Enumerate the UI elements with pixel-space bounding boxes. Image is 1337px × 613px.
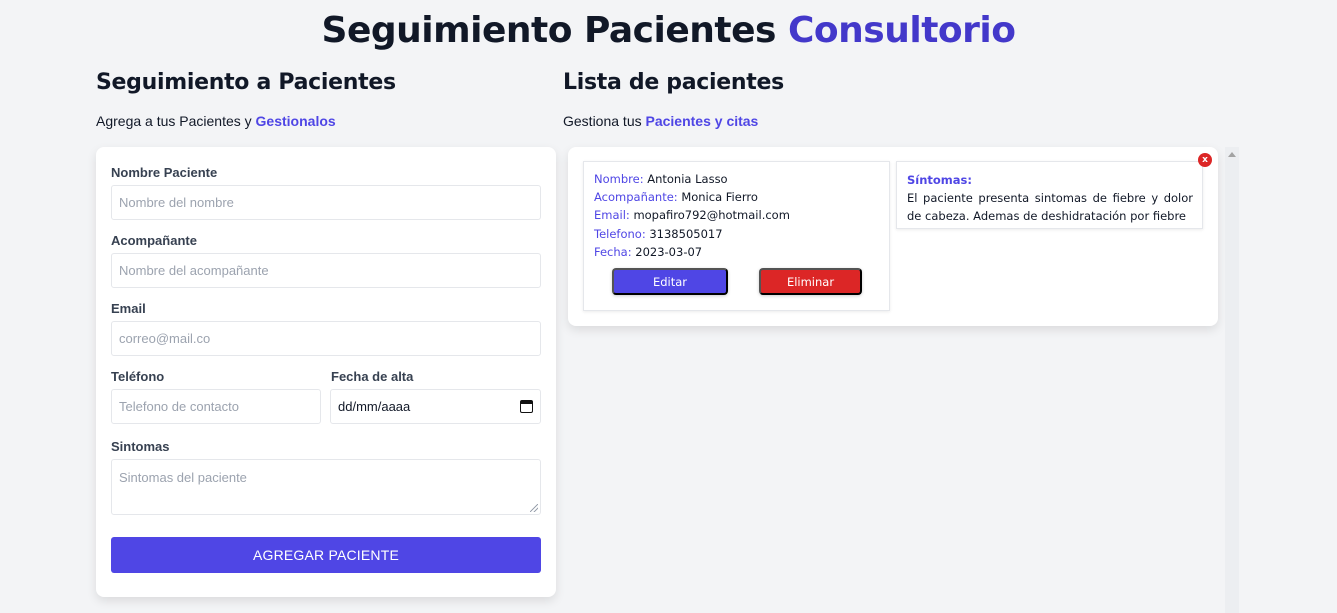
patient-companion-value: Monica Fierro — [681, 190, 758, 205]
list-section-subtitle: Gestiona tus Pacientes y citas — [563, 113, 758, 129]
companion-placeholder: Nombre del acompañante — [119, 263, 269, 278]
patient-list: Nombre: Antonia Lasso Acompañante: Monic… — [568, 147, 1218, 613]
email-placeholder: correo@mail.co — [119, 331, 211, 346]
patient-info: Nombre: Antonia Lasso Acompañante: Monic… — [583, 161, 890, 311]
symptoms-label: Sintomas — [111, 439, 170, 454]
list-scrollbar[interactable] — [1225, 147, 1239, 613]
patient-phone-value: 3138505017 — [649, 226, 723, 241]
date-key: Fecha: — [594, 244, 632, 259]
form-subtitle-text: Agrega a tus Pacientes y — [96, 113, 252, 129]
symptoms-key: Síntomas: — [907, 173, 972, 187]
phone-key: Telefono: — [594, 226, 646, 241]
phone-input[interactable]: Telefono de contacto — [111, 389, 321, 424]
patient-name-placeholder: Nombre del nombre — [119, 195, 234, 210]
calendar-icon[interactable] — [520, 400, 533, 413]
name-label: Nombre Paciente — [111, 165, 218, 180]
form-subtitle-accent: Gestionalos — [255, 113, 336, 129]
close-icon[interactable]: x — [1198, 153, 1212, 167]
scroll-up-arrow-icon[interactable] — [1228, 152, 1236, 157]
date-label: Fecha de alta — [331, 369, 414, 384]
patient-phone-row: Telefono: 3138505017 — [594, 225, 889, 243]
patient-date-row: Fecha: 2023-03-07 — [594, 243, 889, 261]
name-key: Nombre: — [594, 172, 644, 186]
resize-handle-icon[interactable] — [530, 504, 538, 512]
companion-label: Acompañante — [111, 233, 197, 248]
edit-button[interactable]: Editar — [612, 268, 728, 295]
patient-name-row: Nombre: Antonia Lasso — [594, 170, 889, 188]
phone-label: Teléfono — [111, 369, 165, 384]
patient-card: Nombre: Antonia Lasso Acompañante: Monic… — [568, 147, 1218, 326]
email-key: Email: — [594, 208, 630, 223]
email-input[interactable]: correo@mail.co — [111, 321, 541, 356]
patient-name-value: Antonia Lasso — [647, 172, 728, 186]
patient-form: Nombre Paciente Nombre del nombre Acompa… — [96, 147, 556, 597]
delete-button[interactable]: Eliminar — [759, 268, 862, 295]
list-subtitle-accent: Pacientes y citas — [645, 113, 759, 129]
page-title-accent: Consultorio — [788, 10, 1016, 51]
symptoms-textarea[interactable]: Sintomas del paciente — [111, 459, 541, 515]
page-title-main: Seguimiento Pacientes — [321, 10, 777, 51]
list-subtitle-text: Gestiona tus — [563, 113, 642, 129]
symptoms-placeholder: Sintomas del paciente — [119, 470, 247, 485]
date-input[interactable]: dd/mm/aaaa — [330, 389, 541, 424]
list-section-title: Lista de pacientes — [563, 70, 784, 95]
form-section-title: Seguimiento a Pacientes — [96, 70, 396, 95]
patient-date-value: 2023-03-07 — [635, 244, 703, 259]
phone-placeholder: Telefono de contacto — [119, 399, 239, 414]
date-placeholder: dd/mm/aaaa — [338, 399, 411, 414]
patient-symptoms: Síntomas: El paciente presenta sintomas … — [896, 161, 1203, 229]
symptoms-value: El paciente presenta sintomas de fiebre … — [907, 191, 1193, 223]
patient-name-input[interactable]: Nombre del nombre — [111, 185, 541, 220]
email-label: Email — [111, 301, 146, 316]
form-section-subtitle: Agrega a tus Pacientes y Gestionalos — [96, 113, 336, 129]
companion-key: Acompañante: — [594, 190, 678, 205]
patient-email-row: Email: mopafiro792@hotmail.com — [594, 206, 889, 224]
patient-companion-row: Acompañante: Monica Fierro — [594, 188, 889, 206]
companion-input[interactable]: Nombre del acompañante — [111, 253, 541, 288]
page-title: Seguimiento Pacientes Consultorio — [0, 10, 1337, 51]
add-patient-button[interactable]: AGREGAR PACIENTE — [111, 537, 541, 573]
patient-email-value: mopafiro792@hotmail.com — [633, 208, 790, 223]
